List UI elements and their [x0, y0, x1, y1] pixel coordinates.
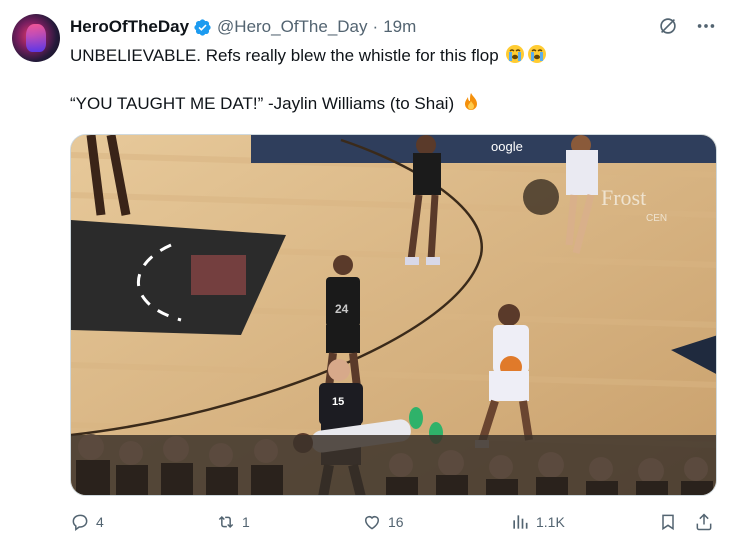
avatar[interactable]: [12, 14, 60, 62]
share-icon: [696, 513, 712, 531]
views-icon: [513, 515, 528, 529]
scoreboard-text: oogle: [491, 139, 523, 154]
jersey-number-spurs: 24: [335, 302, 349, 316]
tweet-top-actions: [656, 14, 718, 38]
share-button[interactable]: [694, 512, 714, 532]
tweet-line-1-text: UNBELIEVABLE. Refs really blew the whist…: [70, 46, 499, 65]
loudly-crying-face-icon: [528, 45, 547, 63]
separator: ·: [372, 17, 379, 36]
video-frame: oogle Frost CEN 24 15: [71, 135, 716, 495]
like-icon: [365, 516, 379, 530]
tweet-text: UNBELIEVABLE. Refs really blew the whist…: [70, 44, 710, 116]
view-count: 1.1K: [536, 514, 565, 530]
like-count: 16: [388, 514, 404, 530]
repost-icon: [218, 515, 234, 529]
jersey-number-ref: 15: [332, 396, 344, 408]
verified-badge-icon: [194, 18, 211, 36]
grok-icon[interactable]: [656, 14, 680, 38]
tweet-line-1: UNBELIEVABLE. Refs really blew the whist…: [70, 44, 710, 68]
display-name[interactable]: HeroOfTheDay: [70, 17, 189, 37]
like-button[interactable]: 16: [362, 512, 404, 532]
fire-icon: [464, 93, 477, 110]
tweet-line-2-text: “YOU TAUGHT ME DAT!” -Jaylin Williams (t…: [70, 94, 455, 113]
bookmark-icon: [662, 514, 674, 531]
tweet-header: HeroOfTheDay @Hero_OfThe_Day · 19m: [70, 16, 416, 38]
repost-button[interactable]: 1: [216, 512, 250, 532]
views-button[interactable]: 1.1K: [510, 512, 565, 532]
court-logo-subtext: CEN: [646, 213, 667, 224]
reply-icon: [72, 514, 88, 531]
court-logo-text: Frost: [601, 185, 646, 210]
tweet-action-bar: 4 1 16 1.1K: [70, 512, 720, 538]
tweet-line-2: “YOU TAUGHT ME DAT!” -Jaylin Williams (t…: [70, 92, 710, 116]
bookmark-button[interactable]: [658, 512, 678, 532]
more-icon[interactable]: [694, 14, 718, 38]
repost-count: 1: [242, 514, 250, 530]
reply-button[interactable]: 4: [70, 512, 104, 532]
handle[interactable]: @Hero_OfThe_Day: [217, 17, 368, 37]
tweet-media-video[interactable]: oogle Frost CEN 24 15: [70, 134, 717, 496]
timestamp[interactable]: 19m: [383, 17, 416, 37]
reply-count: 4: [96, 514, 104, 530]
loudly-crying-face-icon: [506, 45, 525, 63]
